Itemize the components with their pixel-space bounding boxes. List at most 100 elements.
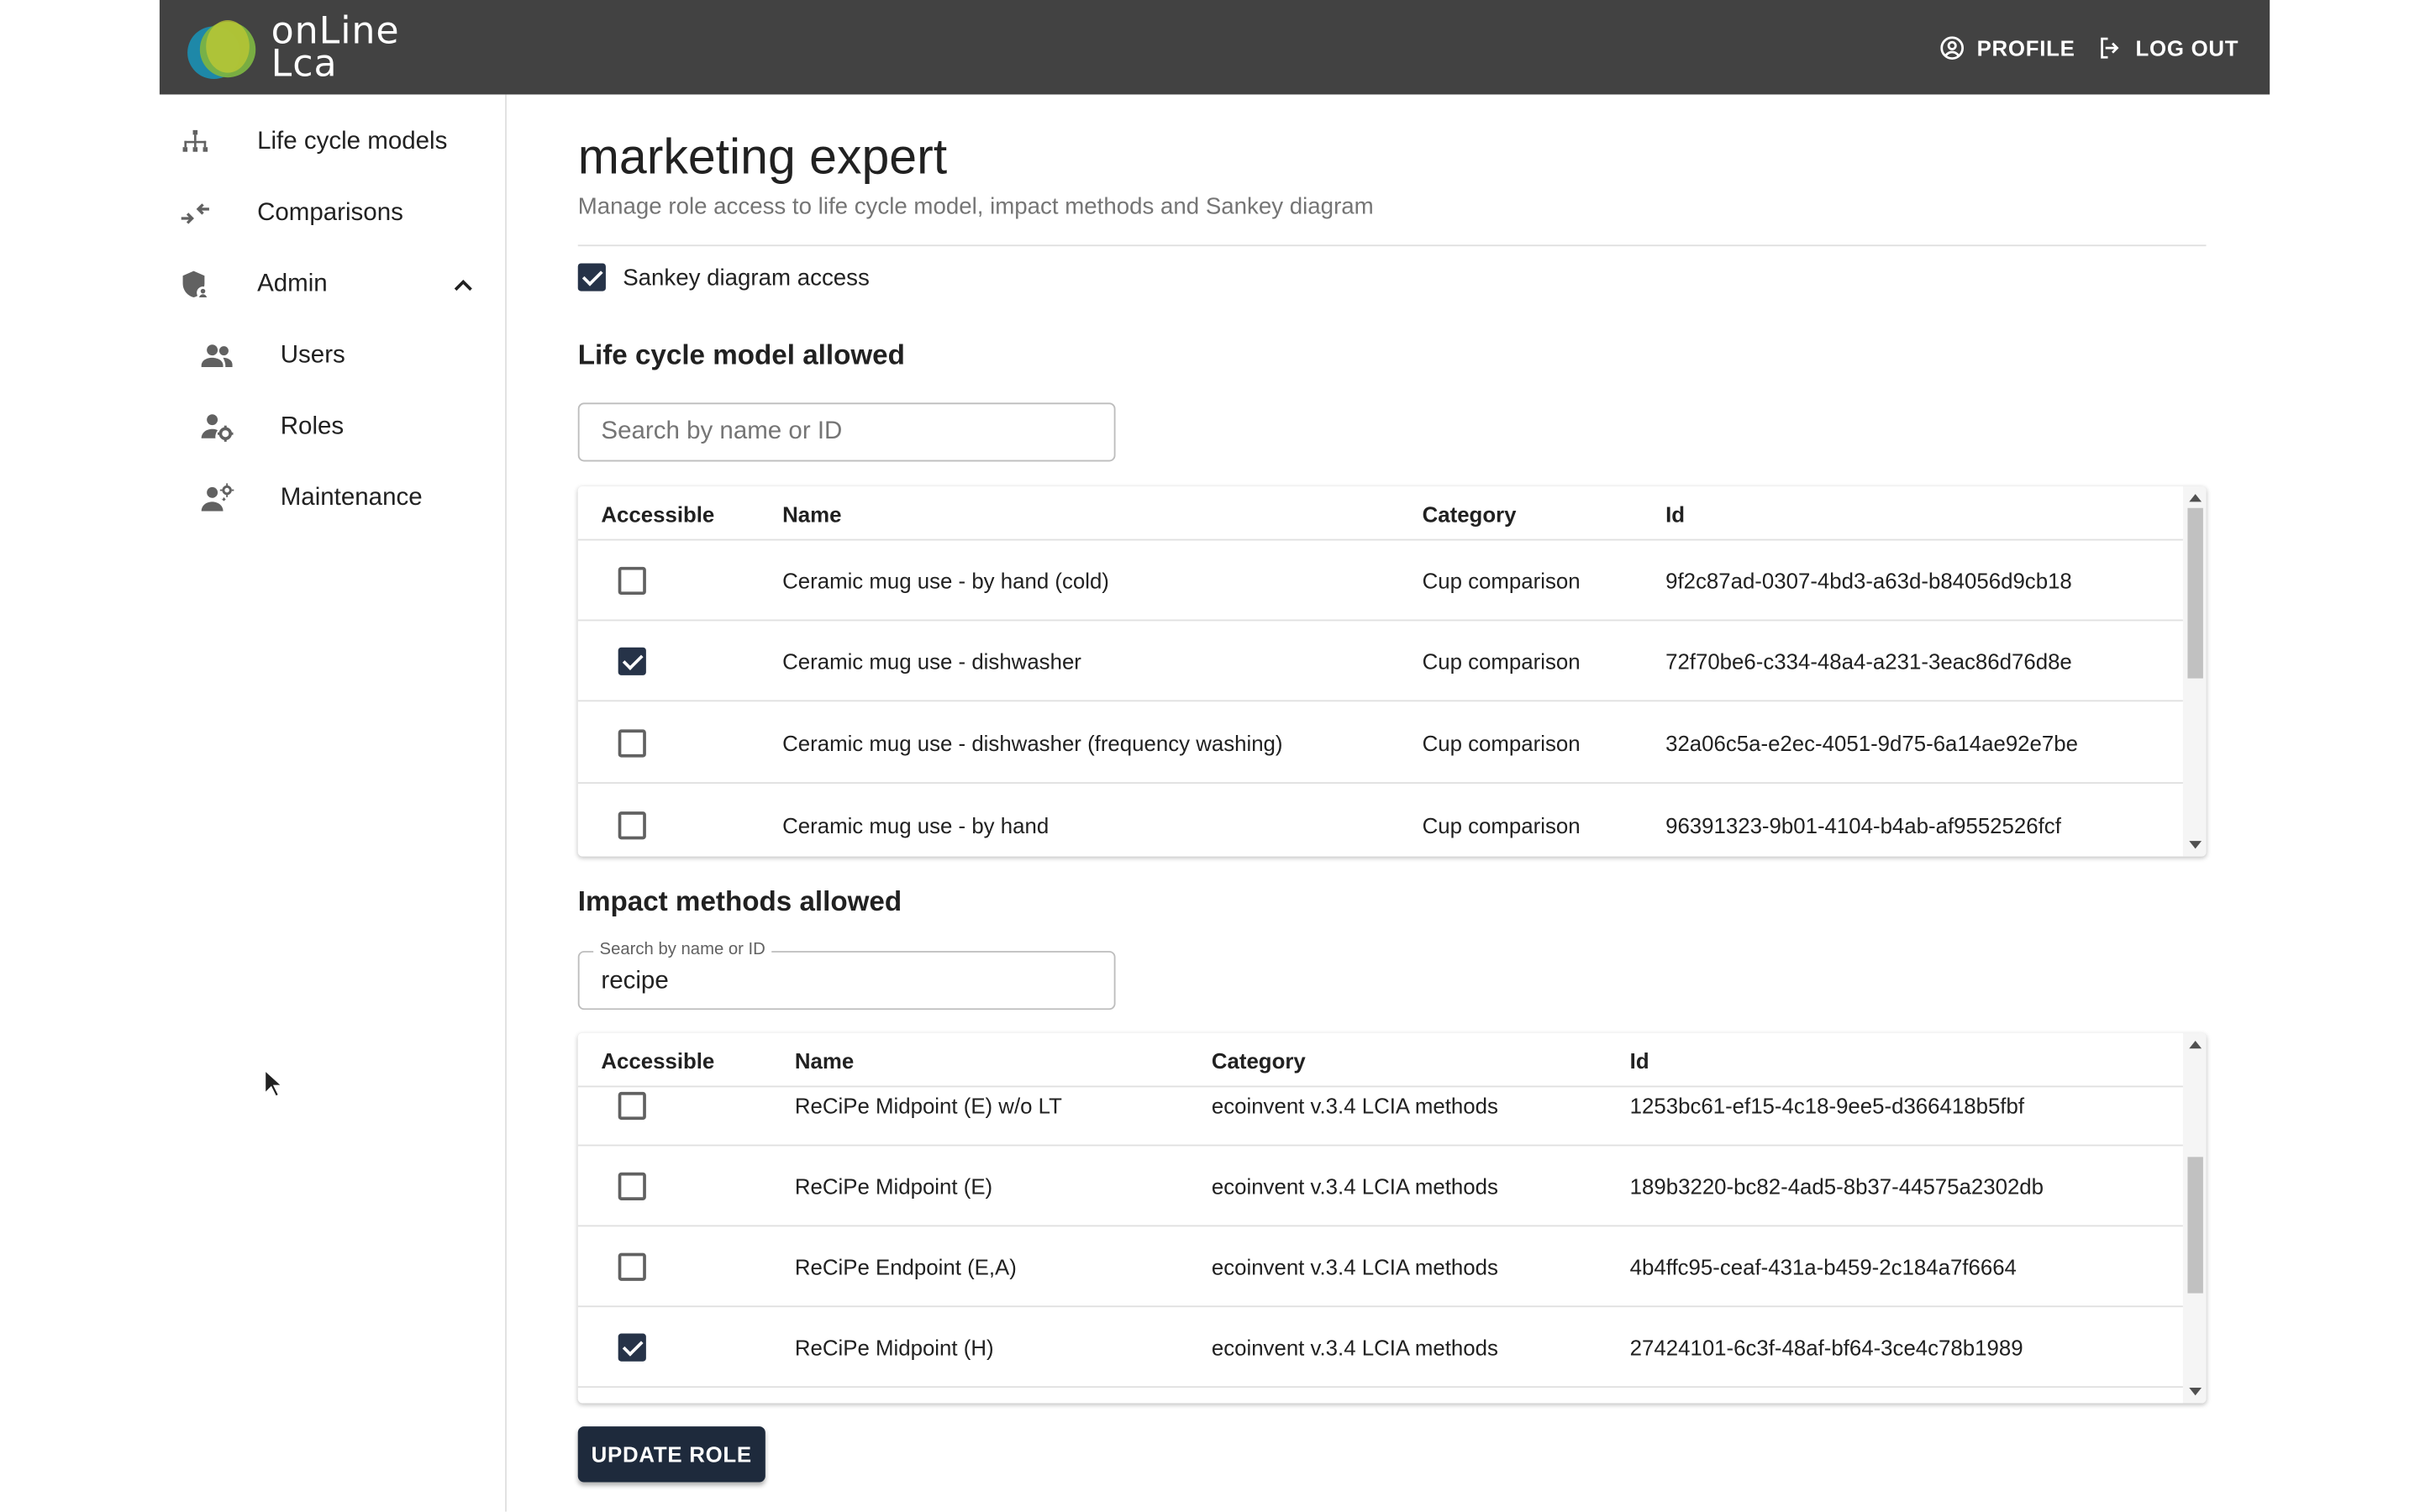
page-subtitle: Manage role access to life cycle model, … <box>577 193 1374 220</box>
sidebar-item-maintenance[interactable]: Maintenance <box>160 463 505 534</box>
mouse-cursor-icon <box>264 1068 284 1098</box>
sankey-access-checkbox[interactable] <box>577 263 606 291</box>
table-row[interactable]: Ceramic mug use - dishwasher (frequency … <box>577 703 2183 784</box>
row-category: ecoinvent v.3.4 LCIA methods <box>1211 1254 1498 1279</box>
row-category: Cup comparison <box>1422 812 1581 838</box>
row-category: ecoinvent v.3.4 LCIA methods <box>1211 1335 1498 1360</box>
row-name: Ceramic mug use - dishwasher (frequency … <box>782 731 1283 756</box>
table-row[interactable]: Ceramic mug use - by hand (cold) Cup com… <box>577 540 2183 622</box>
row-category: Cup comparison <box>1422 731 1581 756</box>
row-id: 4b4ffc95-ceaf-431a-b459-2c184a7f6664 <box>1629 1254 2017 1279</box>
column-header-id[interactable]: Id <box>1630 1048 1649 1074</box>
impact-search-field[interactable]: Search by name or ID <box>577 940 1116 1011</box>
users-icon <box>200 339 234 374</box>
sidebar-item-roles[interactable]: Roles <box>160 391 505 463</box>
column-header-accessible[interactable]: Accessible <box>601 1048 714 1074</box>
impact-section-title: Impact methods allowed <box>577 885 902 917</box>
logo-mark-icon <box>187 16 259 79</box>
lcm-search-field[interactable] <box>577 402 1116 462</box>
app-logo[interactable]: onLine Lca <box>187 12 400 85</box>
sitemap-icon <box>178 125 213 160</box>
column-header-category[interactable]: Category <box>1212 1048 1306 1074</box>
sidebar-item-label: Admin <box>257 270 328 298</box>
row-category: ecoinvent v.3.4 LCIA methods <box>1211 1093 1498 1119</box>
update-role-button[interactable]: UPDATE ROLE <box>577 1426 765 1483</box>
scroll-down-icon[interactable] <box>2189 1388 2202 1396</box>
sidebar-item-admin[interactable]: Admin <box>160 249 505 321</box>
row-name: ReCiPe Midpoint (E) w/o LT <box>794 1093 1062 1119</box>
row-checkbox[interactable] <box>618 1333 646 1362</box>
sankey-access-option[interactable]: Sankey diagram access <box>577 263 870 291</box>
sidebar-item-label: Roles <box>280 413 345 440</box>
row-name: Ceramic mug use - dishwasher <box>782 648 1081 675</box>
table-row[interactable]: ReCiPe Midpoint (H) ecoinvent v.3.4 LCIA… <box>577 1307 2183 1389</box>
compare-arrows-icon <box>178 197 213 231</box>
row-checkbox[interactable] <box>618 1252 646 1281</box>
logo-line-2: Lca <box>271 40 338 85</box>
sankey-access-label: Sankey diagram access <box>623 264 870 291</box>
row-id: 27424101-6c3f-48af-bf64-3ce4c78b1989 <box>1629 1335 2023 1360</box>
logo-text: onLine Lca <box>271 12 400 85</box>
scroll-thumb[interactable] <box>2187 507 2203 679</box>
row-id: 32a06c5a-e2ec-4051-9d75-6a14ae92e7be <box>1665 731 2078 756</box>
scroll-thumb[interactable] <box>2187 1157 2203 1294</box>
row-name: ReCiPe Midpoint (H) <box>794 1335 994 1360</box>
lcm-section-title: Life cycle model allowed <box>577 339 905 370</box>
row-checkbox[interactable] <box>618 1091 646 1121</box>
row-category: Cup comparison <box>1422 568 1581 594</box>
logout-label: LOG OUT <box>2135 34 2239 60</box>
table-header: Accessible Name Category Id <box>577 486 2183 541</box>
impact-table: Accessible Name Category Id ReCiPe Midpo… <box>577 1032 2207 1404</box>
column-header-id[interactable]: Id <box>1665 501 1685 527</box>
row-category: ecoinvent v.3.4 LCIA methods <box>1211 1173 1498 1200</box>
row-checkbox[interactable] <box>618 811 646 840</box>
row-id: 96391323-9b01-4104-b4ab-af9552526fcf <box>1665 812 2061 838</box>
row-name: Ceramic mug use - by hand (cold) <box>782 568 1109 594</box>
row-id: 189b3220-bc82-4ad5-8b37-44575a2302db <box>1629 1173 2044 1200</box>
row-name: ReCiPe Midpoint (E) <box>794 1173 993 1200</box>
row-checkbox[interactable] <box>618 566 646 596</box>
divider <box>577 244 2207 247</box>
column-header-name[interactable]: Name <box>795 1048 854 1074</box>
role-settings-icon <box>200 411 234 445</box>
scroll-up-icon[interactable] <box>2189 1041 2202 1049</box>
row-checkbox[interactable] <box>618 1172 646 1200</box>
logout-button[interactable]: LOG OUT <box>2096 34 2238 61</box>
top-app-bar: onLine Lca PROFILE LOG OUT <box>159 0 2270 95</box>
row-checkbox[interactable] <box>618 647 646 675</box>
table-row[interactable]: Ceramic mug use - dishwasher Cup compari… <box>577 621 2183 702</box>
impact-table-scrollbar[interactable] <box>2182 1032 2207 1404</box>
column-header-category[interactable]: Category <box>1423 501 1517 527</box>
row-checkbox[interactable] <box>618 729 646 758</box>
column-header-name[interactable]: Name <box>782 501 841 527</box>
chevron-up-icon[interactable] <box>452 274 474 296</box>
row-name: Ceramic mug use - by hand <box>782 812 1050 838</box>
sidebar-item-label: Users <box>280 342 345 369</box>
table-row[interactable]: ReCiPe Endpoint (E,A) ecoinvent v.3.4 LC… <box>577 1226 2183 1308</box>
row-id: 72f70be6-c334-48a4-a231-3eac86d76d8e <box>1665 648 2072 675</box>
sidebar-item-life-cycle-models[interactable]: Life cycle models <box>160 107 505 178</box>
table-row[interactable]: ReCiPe Midpoint (E) ecoinvent v.3.4 LCIA… <box>577 1146 2183 1227</box>
scroll-down-icon[interactable] <box>2189 841 2202 849</box>
lcm-table-scrollbar[interactable] <box>2182 486 2207 857</box>
row-id: 9f2c87ad-0307-4bd3-a63d-b84056d9cb18 <box>1665 568 2072 594</box>
impact-search-input[interactable] <box>597 953 1094 1011</box>
page-title: marketing expert <box>577 129 948 185</box>
sidebar-item-label: Comparisons <box>257 199 403 227</box>
sidebar-item-comparisons[interactable]: Comparisons <box>160 178 505 249</box>
scroll-up-icon[interactable] <box>2189 494 2202 502</box>
sidebar-item-label: Maintenance <box>280 485 423 512</box>
lcm-table: Accessible Name Category Id Ceramic mug … <box>577 486 2207 857</box>
sidebar-nav: Life cycle models Comparisons Admin User… <box>160 94 507 1512</box>
sidebar-item-users[interactable]: Users <box>160 321 505 392</box>
admin-shield-icon <box>178 268 213 302</box>
sidebar-item-label: Life cycle models <box>257 129 448 155</box>
table-row[interactable]: Ceramic mug use - by hand Cup comparison… <box>578 785 2183 857</box>
row-category: Cup comparison <box>1422 648 1581 675</box>
profile-button[interactable]: PROFILE <box>1938 34 2075 61</box>
maintenance-icon <box>200 481 234 516</box>
account-circle-icon <box>1940 35 1964 60</box>
lcm-search-input[interactable] <box>597 404 1094 460</box>
column-header-accessible[interactable]: Accessible <box>601 501 714 527</box>
logout-icon <box>2101 36 2120 58</box>
